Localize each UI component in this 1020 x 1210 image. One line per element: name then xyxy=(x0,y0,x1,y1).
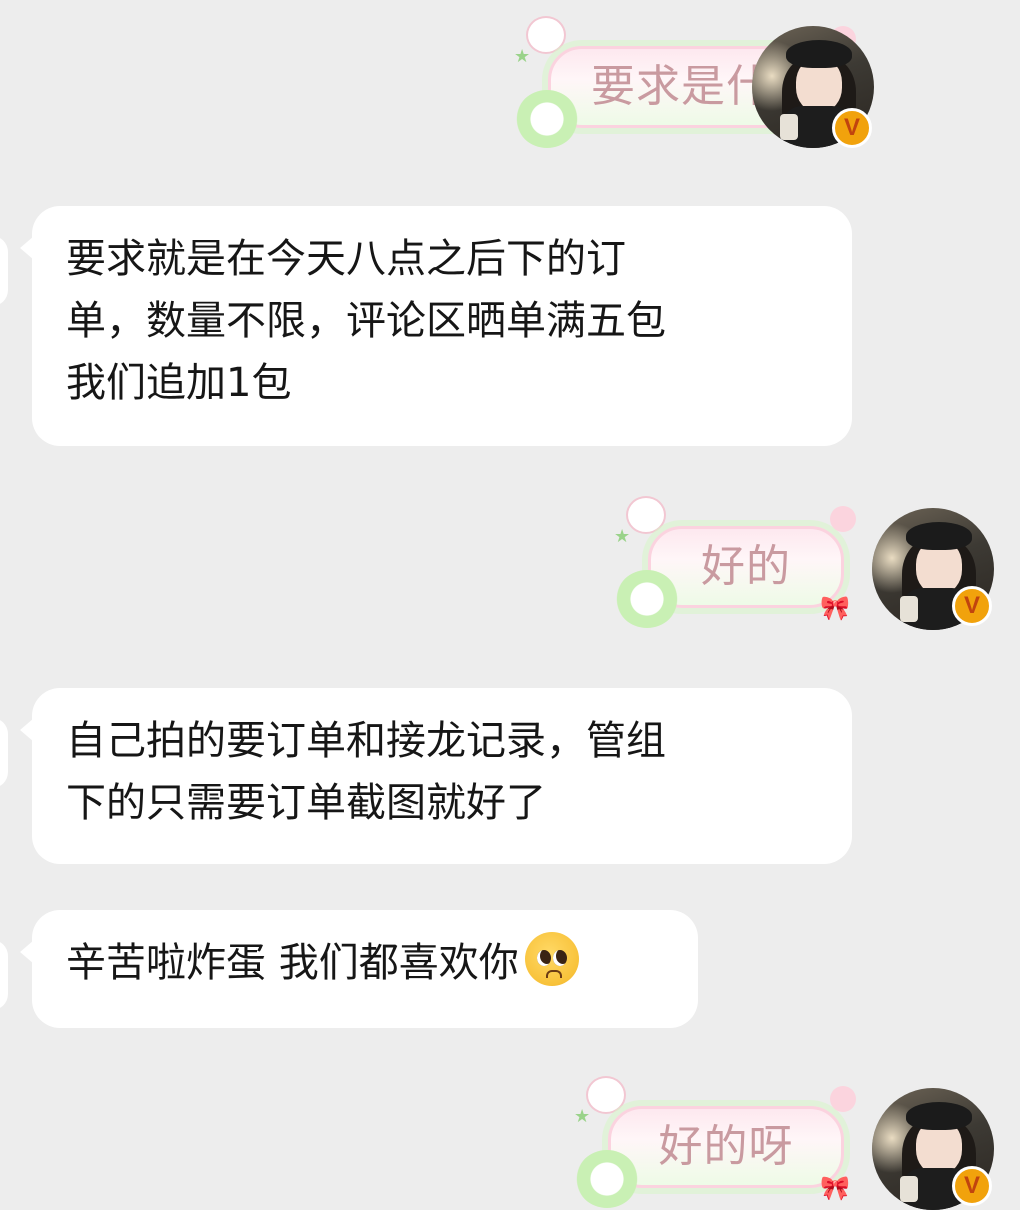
message-line: 自己拍的要订单和接龙记录，管组 xyxy=(66,718,666,764)
bow-icon: 🎀 xyxy=(820,594,850,622)
verified-badge-icon: V xyxy=(832,108,872,148)
flower-icon xyxy=(830,1086,856,1112)
sticker-text: 好的呀 xyxy=(658,1121,794,1172)
flower-icon xyxy=(830,506,856,532)
clover-bunny-icon xyxy=(516,90,578,148)
message-self-1[interactable]: ★ 要求是什么? 🎀 V xyxy=(460,14,1020,164)
message-line: 下的只需要订单截图就好了 xyxy=(66,780,546,826)
message-self-3[interactable]: ★ 好的呀 🎀 V xyxy=(574,1074,1020,1210)
text-bubble[interactable]: 自己拍的要订单和接龙记录，管组 下的只需要订单截图就好了 xyxy=(20,688,852,864)
bow-icon: 🎀 xyxy=(820,1174,850,1202)
bunny-sticker-icon xyxy=(626,496,666,534)
clover-bunny-icon xyxy=(576,1150,638,1208)
message-other-1[interactable]: 要求就是在今天八点之后下的订 单，数量不限，评论区晒单满五包 我们追加1包 xyxy=(0,206,860,448)
other-avatar[interactable] xyxy=(0,236,8,306)
verified-badge-icon: V xyxy=(952,586,992,626)
text-bubble[interactable]: 辛苦啦炸蛋 我们都喜欢你 xyxy=(20,910,698,1028)
message-other-2[interactable]: 自己拍的要订单和接龙记录，管组 下的只需要订单截图就好了 xyxy=(0,688,860,864)
message-line: 辛苦啦炸蛋 我们都喜欢你 xyxy=(66,940,519,986)
message-line: 单，数量不限，评论区晒单满五包 xyxy=(66,298,666,344)
sticker-bubble[interactable]: ★ 好的 🎀 xyxy=(614,496,856,628)
clover-bunny-icon xyxy=(616,570,678,628)
message-other-3[interactable]: 辛苦啦炸蛋 我们都喜欢你 xyxy=(0,910,700,1030)
verified-badge-icon: V xyxy=(952,1166,992,1206)
bunny-sticker-icon xyxy=(526,16,566,54)
bubble-tail xyxy=(20,718,34,742)
other-avatar[interactable] xyxy=(0,718,8,788)
message-line: 要求就是在今天八点之后下的订 xyxy=(66,236,626,282)
sticker-bubble[interactable]: ★ 好的呀 🎀 xyxy=(574,1076,856,1208)
star-icon: ★ xyxy=(614,526,631,547)
message-line-with-emoji: 辛苦啦炸蛋 我们都喜欢你 xyxy=(66,932,664,994)
bubble-tail xyxy=(20,236,34,260)
message-self-2[interactable]: ★ 好的 🎀 V xyxy=(614,494,1020,644)
sticker-text: 好的 xyxy=(701,541,791,592)
star-icon: ★ xyxy=(514,46,531,67)
chat-conversation: ★ 要求是什么? 🎀 V 要求就是在今天八点之后下的订 单，数量不限，评论区晒单… xyxy=(0,0,1020,1210)
pleading-face-emoji-icon xyxy=(524,932,579,986)
bubble-tail xyxy=(20,940,34,964)
message-line: 我们追加1包 xyxy=(66,360,292,406)
star-icon: ★ xyxy=(574,1106,591,1127)
text-bubble[interactable]: 要求就是在今天八点之后下的订 单，数量不限，评论区晒单满五包 我们追加1包 xyxy=(20,206,852,446)
other-avatar[interactable] xyxy=(0,940,8,1010)
bunny-sticker-icon xyxy=(586,1076,626,1114)
sticker-pill: 好的呀 xyxy=(608,1106,844,1188)
